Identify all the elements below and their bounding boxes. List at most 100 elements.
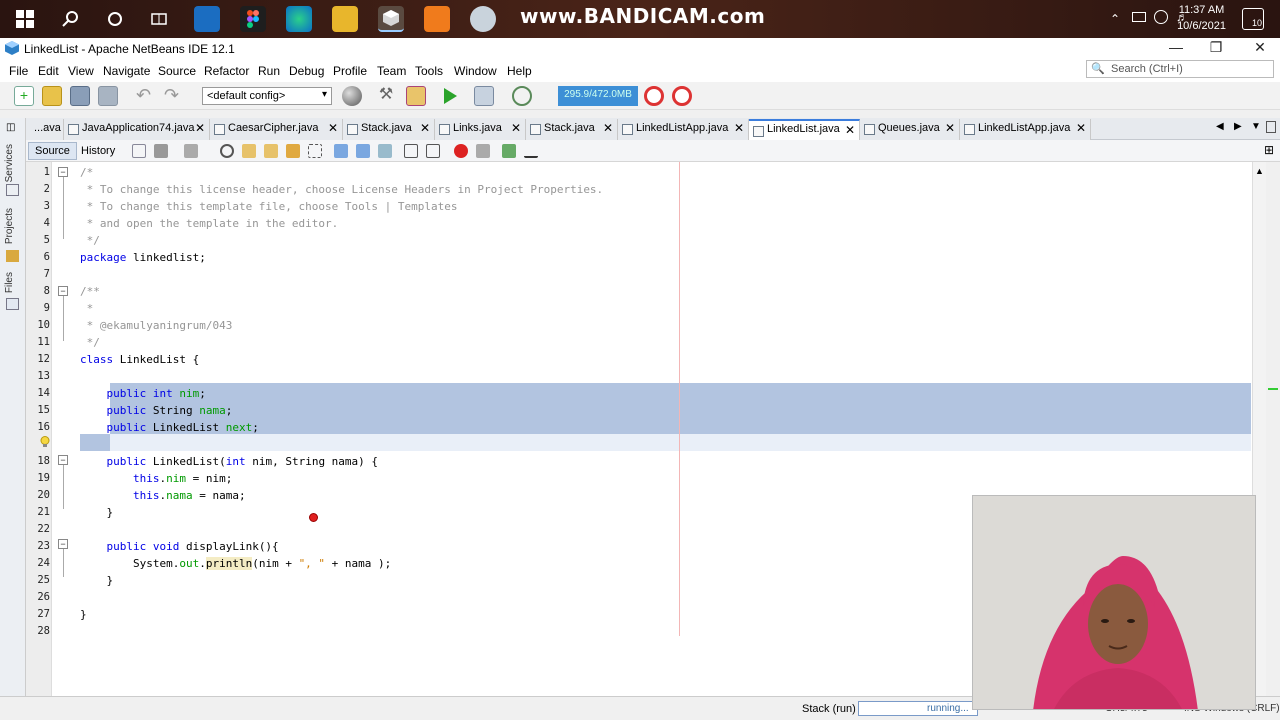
forward-icon[interactable] — [184, 144, 198, 158]
toggle-rect-select-icon[interactable] — [308, 144, 322, 158]
side-tab-projects[interactable]: Projects — [4, 208, 15, 244]
tab-linkedlistapp[interactable]: LinkedListApp.java ✕ — [618, 119, 749, 140]
undo-icon[interactable]: ↶ — [136, 86, 156, 106]
debug-project-icon[interactable] — [474, 86, 494, 106]
tab-stack[interactable]: Stack.java ✕ — [343, 119, 435, 140]
chevron-up-icon[interactable]: ⌃ — [1110, 12, 1120, 26]
next-bookmark-icon[interactable] — [356, 144, 370, 158]
tab-overflow[interactable]: ...ava — [26, 119, 64, 140]
task-view-icon[interactable] — [146, 6, 172, 32]
split-editor-icon[interactable]: ⊞ — [1264, 143, 1274, 157]
error-stripe-marker[interactable] — [1268, 388, 1278, 390]
redo-icon[interactable]: ↷ — [164, 86, 184, 106]
edge-browser-icon[interactable] — [286, 6, 312, 32]
run-project-icon[interactable] — [440, 86, 460, 106]
new-file-icon[interactable]: + — [14, 86, 34, 106]
quick-search-input[interactable]: 🔍 Search (Ctrl+I) — [1086, 60, 1274, 78]
close-tab-icon[interactable]: ✕ — [511, 121, 521, 135]
clean-build-icon[interactable] — [406, 86, 426, 106]
tab-queues[interactable]: Queues.java ✕ — [860, 119, 960, 140]
fold-toggle-icon[interactable]: − — [58, 167, 68, 177]
source-tab[interactable]: Source — [28, 142, 77, 160]
search-icon[interactable] — [58, 6, 84, 32]
toggle-highlight-icon[interactable] — [286, 144, 300, 158]
tab-stack-2[interactable]: Stack.java ✕ — [526, 119, 618, 140]
fold-toggle-icon[interactable]: − — [58, 455, 68, 465]
close-tab-icon[interactable]: ✕ — [603, 121, 613, 135]
gc-icon-2[interactable] — [672, 86, 692, 106]
menu-run[interactable]: Run — [258, 64, 280, 78]
uncomment-icon[interactable] — [524, 144, 538, 158]
save-all-icon[interactable] — [98, 86, 118, 106]
memory-usage-bar[interactable]: 295.9/472.0MB — [558, 86, 638, 106]
menu-refactor[interactable]: Refactor — [204, 64, 249, 78]
previous-bookmark-icon[interactable] — [334, 144, 348, 158]
notification-icon[interactable]: 10 — [1242, 8, 1264, 30]
fold-toggle-icon[interactable]: − — [58, 539, 68, 549]
close-tab-icon[interactable]: ✕ — [195, 121, 205, 135]
close-tab-icon[interactable]: ✕ — [734, 121, 744, 135]
find-previous-icon[interactable] — [242, 144, 256, 158]
clock[interactable]: 11:37 AM 10/6/2021 — [1177, 2, 1226, 34]
menu-edit[interactable]: Edit — [38, 64, 59, 78]
menu-team[interactable]: Team — [377, 64, 406, 78]
profile-project-icon[interactable] — [512, 86, 532, 106]
cortana-icon[interactable] — [102, 6, 128, 32]
comment-icon[interactable] — [502, 144, 516, 158]
back-icon[interactable] — [154, 144, 168, 158]
scroll-tabs-left-icon[interactable]: ◀ — [1216, 121, 1224, 132]
toggle-bookmark-icon[interactable] — [378, 144, 392, 158]
menu-profile[interactable]: Profile — [333, 64, 367, 78]
side-tab-services[interactable]: Services — [4, 144, 15, 182]
configuration-icon[interactable] — [342, 86, 362, 106]
open-project-icon[interactable] — [70, 86, 90, 106]
tab-javaapplication74[interactable]: JavaApplication74.java ✕ — [64, 119, 210, 140]
panel-toggle-icon[interactable]: ◫ — [6, 122, 15, 133]
menu-file[interactable]: File — [9, 64, 28, 78]
restore-button[interactable]: ❐ — [1196, 39, 1236, 59]
close-tab-icon[interactable]: ✕ — [845, 123, 855, 137]
network-icon[interactable] — [1154, 10, 1168, 24]
figma-icon[interactable] — [240, 6, 266, 32]
menu-source[interactable]: Source — [158, 64, 196, 78]
close-tab-icon[interactable]: ✕ — [420, 121, 430, 135]
vscode-icon[interactable] — [194, 6, 220, 32]
close-window-button[interactable]: ✕ — [1240, 39, 1280, 59]
windows-start-icon[interactable] — [12, 6, 38, 32]
tab-linkedlist-active[interactable]: LinkedList.java ✕ — [749, 119, 860, 140]
start-macro-icon[interactable] — [454, 144, 468, 158]
menu-debug[interactable]: Debug — [289, 64, 324, 78]
last-edit-icon[interactable] — [132, 144, 146, 158]
tab-linkedlistapp-2[interactable]: LinkedListApp.java ✕ — [960, 119, 1091, 140]
minimize-button[interactable]: — — [1156, 39, 1196, 59]
maximize-window-icon[interactable] — [1266, 121, 1276, 133]
scroll-up-icon[interactable]: ▲ — [1255, 166, 1264, 176]
new-project-icon[interactable] — [42, 86, 62, 106]
menu-help[interactable]: Help — [507, 64, 532, 78]
config-select[interactable]: <default config> ▾ — [202, 87, 332, 105]
xampp-icon[interactable] — [424, 6, 450, 32]
gc-icon[interactable] — [644, 86, 664, 106]
menu-view[interactable]: View — [68, 64, 94, 78]
close-tab-icon[interactable]: ✕ — [1076, 121, 1086, 135]
scroll-tabs-right-icon[interactable]: ▶ — [1234, 121, 1242, 132]
history-tab[interactable]: History — [74, 142, 122, 160]
task-progress-bar[interactable]: running... — [858, 701, 978, 716]
file-explorer-icon[interactable] — [332, 6, 358, 32]
menu-navigate[interactable]: Navigate — [103, 64, 150, 78]
close-tab-icon[interactable]: ✕ — [945, 121, 955, 135]
lightbulb-hint-icon[interactable] — [40, 436, 50, 448]
close-tab-icon[interactable]: ✕ — [328, 121, 338, 135]
menu-window[interactable]: Window — [454, 64, 497, 78]
tab-links[interactable]: Links.java ✕ — [435, 119, 526, 140]
app-icon[interactable] — [470, 6, 496, 32]
netbeans-taskbar-icon[interactable] — [378, 6, 404, 32]
shift-left-icon[interactable] — [404, 144, 418, 158]
stop-macro-icon[interactable] — [476, 144, 490, 158]
fold-toggle-icon[interactable]: − — [58, 286, 68, 296]
find-icon[interactable] — [220, 144, 234, 158]
menu-tools[interactable]: Tools — [415, 64, 443, 78]
tab-caesarcipher[interactable]: CaesarCipher.java ✕ — [210, 119, 343, 140]
shift-right-icon[interactable] — [426, 144, 440, 158]
find-next-icon[interactable] — [264, 144, 278, 158]
